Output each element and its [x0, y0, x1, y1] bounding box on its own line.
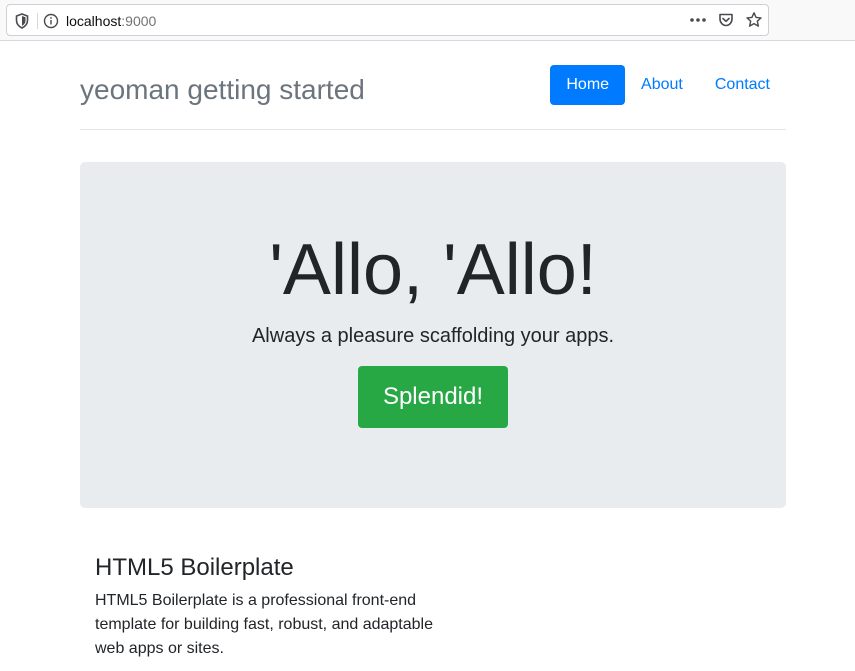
nav-contact[interactable]: Contact: [699, 65, 786, 105]
site-header: yeoman getting started Home About Contac…: [80, 41, 786, 130]
jumbotron: 'Allo, 'Allo! Always a pleasure scaffold…: [80, 162, 786, 508]
url-actions: [684, 5, 768, 35]
more-icon[interactable]: [684, 6, 712, 34]
pocket-icon[interactable]: [712, 6, 740, 34]
jumbotron-lead: Always a pleasure scaffolding your apps.: [251, 325, 615, 347]
site-brand: yeoman getting started: [80, 74, 365, 105]
star-icon[interactable]: [740, 6, 768, 34]
marketing-section: HTML5 Boilerplate HTML5 Boilerplate is a…: [95, 553, 435, 661]
splendid-button[interactable]: Splendid!: [358, 366, 508, 428]
browser-toolbar: localhost:9000: [0, 0, 855, 41]
url-port: :9000: [121, 13, 157, 29]
nav-about[interactable]: About: [625, 65, 699, 105]
page-container: yeoman getting started Home About Contac…: [80, 41, 786, 657]
section-title: HTML5 Boilerplate: [95, 554, 294, 581]
url-text[interactable]: localhost:9000: [66, 12, 156, 30]
info-icon[interactable]: [42, 12, 60, 30]
jumbotron-title: 'Allo, 'Allo!: [269, 230, 597, 310]
shield-icon[interactable]: [13, 12, 31, 30]
section-text: HTML5 Boilerplate is a professional fron…: [95, 592, 433, 657]
main-nav: Home About Contact: [550, 65, 786, 105]
nav-home[interactable]: Home: [550, 65, 626, 105]
url-divider: [37, 13, 38, 29]
address-bar[interactable]: localhost:9000: [6, 4, 769, 36]
url-host: localhost: [66, 13, 122, 29]
